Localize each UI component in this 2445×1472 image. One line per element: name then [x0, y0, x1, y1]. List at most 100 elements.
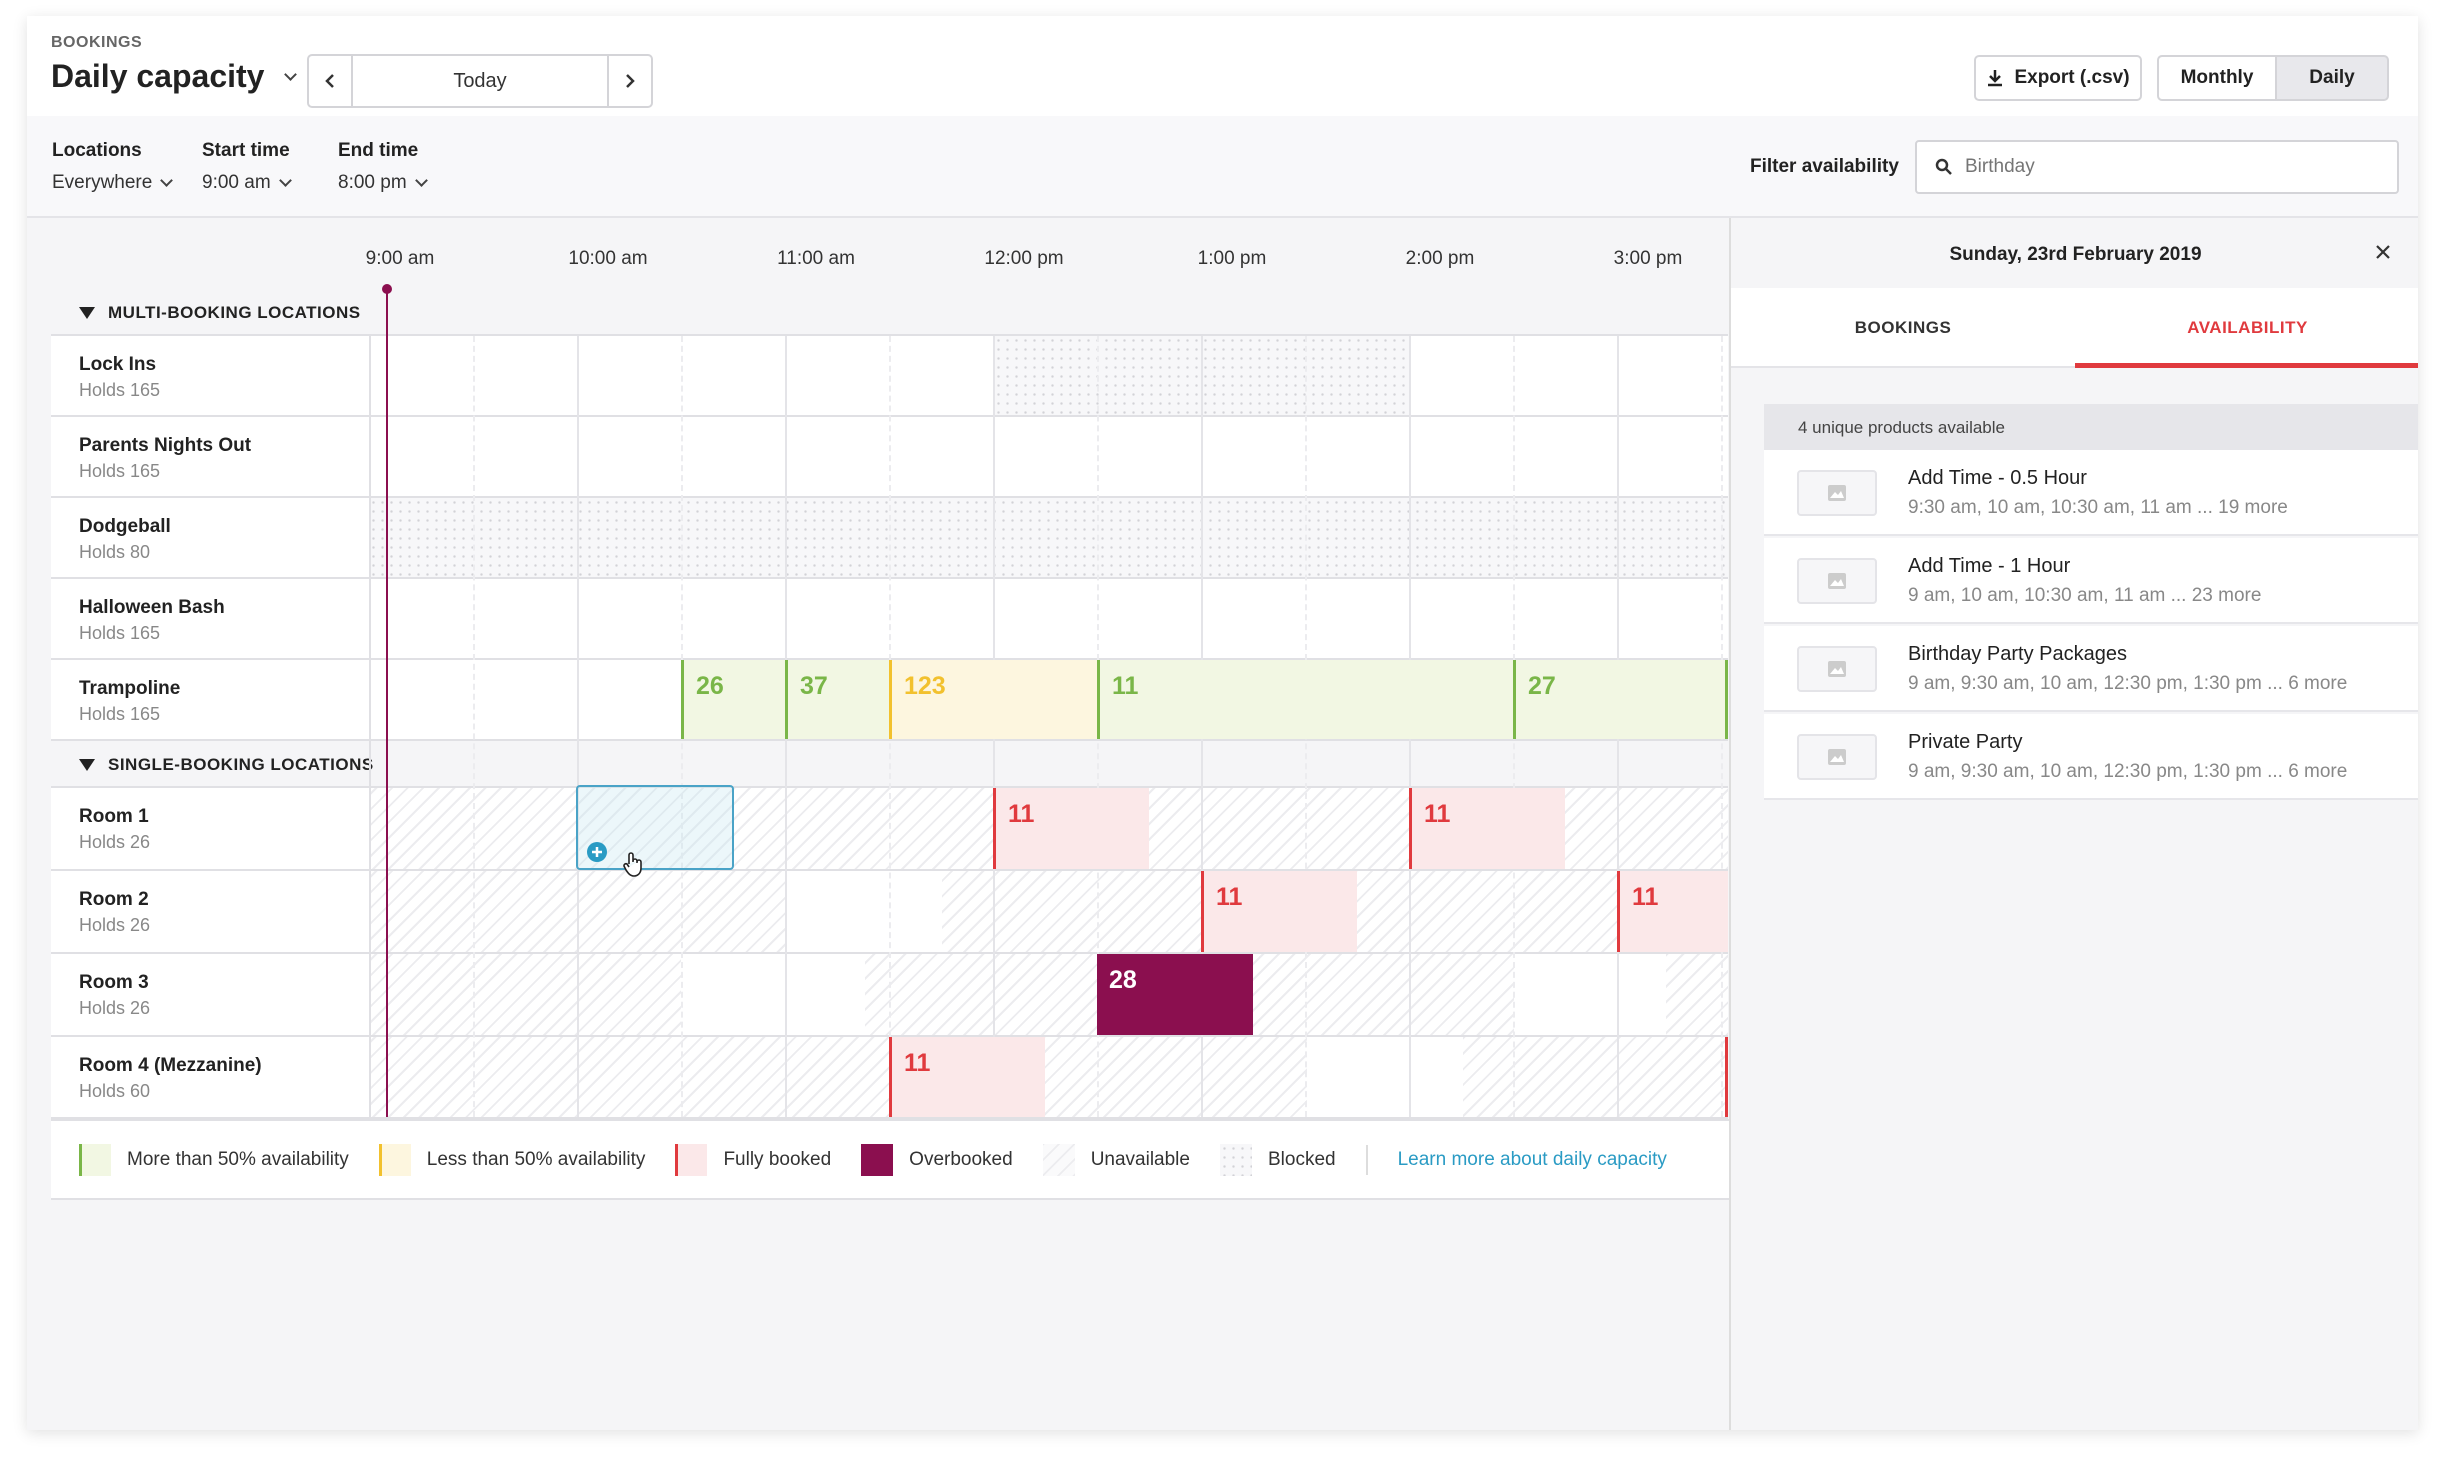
section-header-multi[interactable]: MULTI-BOOKING LOCATIONS [51, 289, 1728, 336]
availability-search-field[interactable] [1915, 140, 2399, 194]
legend: More than 50% availability Less than 50%… [51, 1119, 1729, 1200]
product-times: 9:30 am, 10 am, 10:30 am, 11 am ... 19 m… [1908, 497, 2288, 518]
export-label: Export (.csv) [2014, 67, 2130, 88]
filter-availability-label: Filter availability [1750, 156, 1899, 177]
current-time-line [386, 289, 388, 1117]
legend-overbooked: Overbooked [861, 1143, 1013, 1176]
image-placeholder-icon [1828, 749, 1846, 765]
capacity-cell[interactable]: 11 [1409, 788, 1565, 869]
overbooked-cell[interactable]: 28 [1097, 954, 1253, 1035]
capacity-value: 11 [1424, 800, 1451, 828]
available-slot[interactable] [1514, 954, 1666, 1035]
capacity-cell[interactable]: 11 [1097, 660, 1513, 739]
legend-more-than-half: More than 50% availability [79, 1143, 349, 1176]
legend-label: Unavailable [1090, 1148, 1190, 1170]
capacity-cell[interactable]: 11 [1201, 871, 1357, 952]
availability-search-input[interactable] [1965, 152, 2385, 182]
location-name: Parents Nights Out [79, 435, 252, 456]
time-tick: 2:00 pm [1405, 248, 1475, 269]
label-column-divider [369, 336, 371, 1117]
view-monthly-button[interactable]: Monthly [2157, 55, 2277, 101]
view-daily-button[interactable]: Daily [2275, 55, 2389, 101]
capacity-cell[interactable]: 11 [1617, 871, 1728, 952]
today-button[interactable]: Today [351, 54, 609, 108]
hand-cursor-icon [623, 852, 642, 877]
location-capacity: Holds 165 [79, 380, 161, 400]
product-item[interactable]: Add Time - 1 Hour 9 am, 10 am, 10:30 am,… [1764, 538, 2418, 624]
available-slot[interactable] [786, 871, 942, 952]
capacity-value: 123 [904, 672, 946, 700]
chevron-down-icon [414, 174, 428, 187]
time-axis [51, 218, 1728, 268]
capacity-value: 11 [1216, 883, 1243, 911]
page-title[interactable]: Daily capacity [51, 58, 298, 95]
legend-swatch [79, 1143, 111, 1176]
capacity-cell[interactable]: 11 [993, 788, 1149, 869]
legend-less-than-half: Less than 50% availability [378, 1143, 645, 1176]
legend-label: Overbooked [909, 1148, 1013, 1170]
capacity-cell[interactable]: 11 [889, 1037, 1045, 1117]
prev-day-button[interactable] [307, 54, 353, 108]
product-times: 9 am, 10 am, 10:30 am, 11 am ... 23 more [1908, 585, 2262, 606]
location-name: Room 4 (Mezzanine) [79, 1055, 262, 1076]
location-name: Halloween Bash [79, 597, 225, 618]
location-name: Room 1 [79, 806, 149, 827]
legend-label: Fully booked [723, 1148, 832, 1170]
active-tab-indicator [2075, 363, 2418, 368]
location-name: Lock Ins [79, 354, 157, 375]
section-title: SINGLE-BOOKING LOCATIONS [108, 755, 374, 774]
tab-bookings[interactable]: BOOKINGS [1731, 318, 2075, 338]
capacity-value: 11 [1008, 800, 1035, 828]
capacity-cell[interactable]: 27 [1513, 660, 1728, 739]
filter-bar: Locations Everywhere Start time 9:00 am … [27, 116, 2418, 218]
panel-tabs: BOOKINGS AVAILABILITY [1731, 288, 2418, 368]
product-name: Birthday Party Packages [1908, 643, 2127, 665]
current-time-dot [382, 284, 392, 294]
product-thumbnail [1797, 734, 1877, 780]
product-item[interactable]: Birthday Party Packages 9 am, 9:30 am, 1… [1764, 626, 2418, 712]
legend-swatch [675, 1143, 708, 1176]
next-day-button[interactable] [607, 54, 653, 108]
location-name: Room 3 [79, 972, 149, 993]
grid-line [577, 336, 579, 1117]
product-item[interactable]: Private Party 9 am, 9:30 am, 10 am, 12:3… [1764, 714, 2418, 800]
location-name: Dodgeball [79, 516, 171, 537]
search-icon [1935, 158, 1952, 175]
tab-availability[interactable]: AVAILABILITY [2075, 318, 2418, 338]
available-slot[interactable] [681, 954, 865, 1035]
start-time-select[interactable]: 9:00 am [202, 172, 292, 194]
unavailable-region [369, 871, 1728, 952]
close-icon[interactable] [2375, 244, 2391, 260]
available-slot[interactable] [1307, 1037, 1463, 1117]
capacity-cell[interactable]: 123 [889, 660, 1097, 739]
download-icon [1988, 70, 2003, 87]
product-thumbnail [1797, 646, 1877, 692]
locations-select[interactable]: Everywhere [52, 172, 174, 194]
new-booking-selection[interactable] [576, 785, 734, 877]
capacity-value: 37 [800, 672, 828, 700]
add-circle-icon[interactable] [586, 841, 608, 863]
capacity-cell[interactable]: 26 [681, 660, 785, 739]
chevron-left-icon [325, 74, 334, 88]
capacity-cell[interactable]: 37 [785, 660, 889, 739]
side-panel: Sunday, 23rd February 2019 BOOKINGS AVAI… [1729, 218, 2418, 1430]
location-name: Trampoline [79, 678, 181, 699]
end-time-select[interactable]: 8:00 pm [338, 172, 428, 194]
locations-value: Everywhere [52, 172, 153, 193]
end-time-value: 8:00 pm [338, 172, 407, 193]
legend-label: More than 50% availability [127, 1148, 349, 1170]
time-tick: 10:00 am [568, 248, 648, 269]
legend-swatch [378, 1143, 411, 1176]
time-tick: 12:00 pm [984, 248, 1064, 269]
chevron-down-icon [278, 174, 292, 187]
blocked-region [369, 498, 1728, 577]
image-placeholder-icon [1828, 573, 1846, 589]
legend-label: Blocked [1267, 1148, 1336, 1170]
location-capacity: Holds 165 [79, 461, 161, 481]
product-item[interactable]: Add Time - 0.5 Hour 9:30 am, 10 am, 10:3… [1764, 450, 2418, 536]
locations-label: Locations [52, 140, 142, 161]
product-times: 9 am, 9:30 am, 10 am, 12:30 pm, 1:30 pm … [1908, 761, 2348, 782]
export-csv-button[interactable]: Export (.csv) [1974, 55, 2142, 101]
learn-more-link[interactable]: Learn more about daily capacity [1398, 1149, 1667, 1171]
section-title: MULTI-BOOKING LOCATIONS [108, 303, 361, 322]
